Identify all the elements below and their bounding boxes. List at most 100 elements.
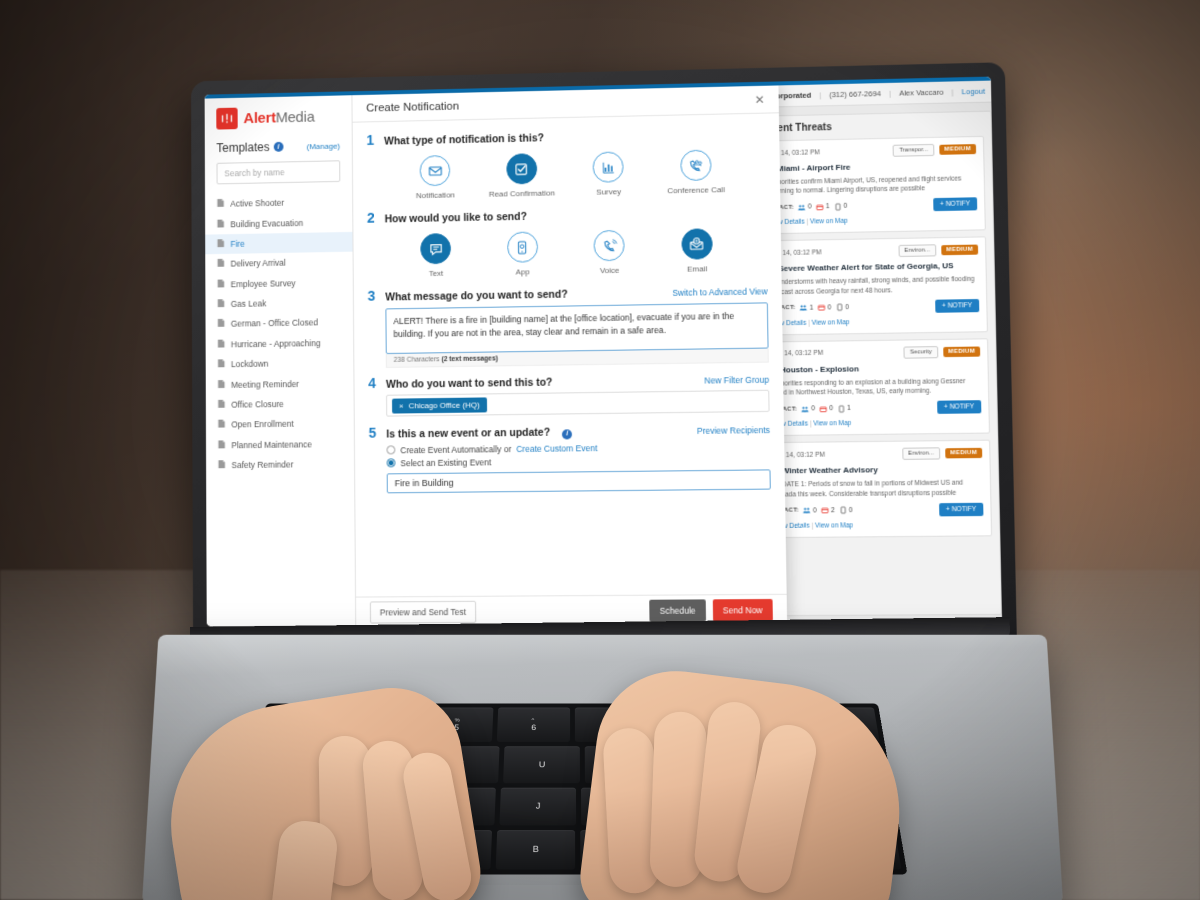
delivery-option-label: Text	[428, 268, 444, 279]
document-icon	[217, 278, 225, 290]
document-icon	[217, 359, 225, 371]
sidebar-item-delivery-arrival[interactable]: Delivery Arrival	[205, 252, 352, 275]
impact-buildings: 1	[837, 405, 851, 413]
sidebar-item-label: Office Closure	[231, 398, 284, 410]
threat-links: View Details | View on Map	[770, 317, 979, 327]
key-u[interactable]: U	[503, 746, 581, 783]
sidebar-item-label: Safety Reminder	[231, 459, 294, 471]
impact-buildings: 0	[833, 203, 847, 211]
message-textarea[interactable]: ALERT! There is a fire in [building name…	[385, 302, 769, 355]
delivery-option-label: App	[515, 267, 530, 277]
conference-call-icon	[679, 149, 712, 182]
type-option-notification[interactable]: Notification	[399, 155, 472, 201]
preview-recipients-link[interactable]: Preview Recipients	[697, 425, 770, 436]
delivery-option-text[interactable]: Text	[399, 233, 472, 279]
manage-templates-link[interactable]: (Manage)	[307, 141, 340, 151]
view-on-map-link[interactable]: View on Map	[810, 218, 848, 226]
existing-event-select[interactable]: Fire in Building	[386, 468, 771, 493]
recipient-chip[interactable]: × Chicago Office (HQ)	[392, 396, 487, 414]
sidebar-item-german-office-closed[interactable]: German - Office Closed	[205, 312, 353, 334]
sidebar-item-building-evacuation[interactable]: Building Evacuation	[205, 212, 352, 235]
key-j[interactable]: J	[499, 787, 576, 826]
threat-links: View Details | View on Map	[769, 216, 978, 226]
step-5-header: 5 Is this a new event or an update? i Pr…	[369, 420, 770, 441]
notify-label: NOTIFY	[945, 200, 971, 209]
sidebar-item-lockdown[interactable]: Lockdown	[206, 353, 354, 375]
impact-people: 0	[798, 203, 812, 211]
sidebar-item-planned-maintenance[interactable]: Planned Maintenance	[206, 433, 354, 455]
notify-button[interactable]: + NOTIFY	[932, 197, 978, 212]
impact-buildings: 0	[839, 506, 853, 514]
threat-card[interactable]: Sep 14, 03:12 PM Environ... MEDIUM Winte…	[764, 439, 993, 538]
assets-icon	[819, 405, 827, 413]
radio-button[interactable]	[386, 445, 396, 455]
sidebar-item-label: Open Enrollment	[231, 419, 294, 430]
threat-impact-row: IMPACT: 1 0 0 + NOTIFY	[770, 298, 980, 315]
radio-button[interactable]	[386, 458, 396, 468]
buildings-icon	[833, 203, 841, 211]
threat-card[interactable]: Sep 14, 03:12 PM Environ... MEDIUM Sever…	[760, 236, 988, 336]
type-option-read-confirmation[interactable]: Read Confirmation	[485, 153, 559, 199]
mobile-app-icon	[506, 231, 538, 263]
radio-select-existing[interactable]: Select an Existing Event	[386, 454, 771, 468]
threat-description: UPDATE 1: Periods of snow to fall in por…	[772, 479, 964, 499]
threat-card[interactable]: Sep 14, 03:12 PM Transpor... MEDIUM Miam…	[759, 135, 986, 235]
type-option-label: Read Confirmation	[488, 188, 555, 199]
schedule-button[interactable]: Schedule	[649, 598, 706, 622]
new-filter-group-link[interactable]: New Filter Group	[704, 375, 769, 386]
threat-description: Authorities responding to an explosion a…	[771, 377, 966, 397]
buildings-icon	[835, 304, 843, 312]
logout-link[interactable]: Logout	[962, 87, 986, 97]
sidebar-item-safety-reminder[interactable]: Safety Reminder	[206, 454, 354, 476]
threat-card[interactable]: Sep 14, 03:12 PM Security MEDIUM Houston…	[762, 338, 990, 437]
delivery-option-label: Email	[687, 264, 708, 274]
threat-description: Thunderstorms with heavy rainfall, stron…	[769, 276, 975, 296]
type-option-survey[interactable]: Survey	[571, 151, 645, 197]
notify-button[interactable]: + NOTIFY	[938, 502, 984, 517]
close-icon[interactable]: ✕	[754, 92, 764, 106]
sidebar-item-label: Fire	[230, 238, 245, 249]
templates-list: Active Shooter Building Evacuation Fire	[205, 192, 354, 476]
impact-buildings-count: 1	[847, 405, 851, 413]
sidebar-item-label: Active Shooter	[230, 197, 285, 209]
delivery-option-email[interactable]: Email	[660, 228, 735, 274]
laptop: Globex Incorporated | (312) 667-2694 | A…	[0, 0, 1200, 900]
view-on-map-link[interactable]: View on Map	[812, 319, 850, 327]
email-at-icon	[681, 228, 713, 260]
sidebar-item-label: Hurricane - Approaching	[230, 337, 321, 350]
create-custom-event-link[interactable]: Create Custom Event	[516, 443, 597, 454]
sidebar-item-label: Building Evacuation	[230, 217, 304, 229]
assets-icon	[816, 203, 824, 211]
sidebar-item-meeting-reminder[interactable]: Meeting Reminder	[206, 373, 354, 395]
info-icon[interactable]: i	[562, 428, 573, 439]
recipients-field[interactable]: × Chicago Office (HQ)	[386, 389, 770, 417]
key-6[interactable]: ^ 6	[497, 707, 570, 743]
notify-button[interactable]: + NOTIFY	[936, 400, 982, 415]
delivery-option-app[interactable]: App	[486, 231, 560, 277]
preview-send-test-button[interactable]: Preview and Send Test	[369, 600, 477, 624]
threat-links: View Details | View on Map	[773, 521, 983, 530]
info-icon[interactable]: i	[273, 141, 284, 152]
view-on-map-link[interactable]: View on Map	[815, 522, 853, 529]
type-option-conference-call[interactable]: Conference Call	[658, 149, 733, 195]
sidebar-item-fire[interactable]: Fire	[205, 231, 353, 255]
sidebar-item-hurricane-approaching[interactable]: Hurricane - Approaching	[206, 332, 354, 354]
view-on-map-link[interactable]: View on Map	[813, 420, 851, 428]
sidebar-item-open-enrollment[interactable]: Open Enrollment	[206, 413, 354, 435]
radio-create-automatically[interactable]: Create Event Automatically or Create Cus…	[386, 441, 770, 455]
key-b[interactable]: B	[495, 829, 575, 870]
document-icon	[218, 459, 226, 471]
chip-remove-icon[interactable]: ×	[399, 401, 404, 410]
sidebar-item-office-closure[interactable]: Office Closure	[206, 393, 354, 415]
search-input[interactable]: Search by name	[216, 160, 341, 185]
sidebar-item-active-shooter[interactable]: Active Shooter	[205, 192, 352, 215]
threat-category-chip: Security	[903, 345, 939, 359]
type-option-label: Notification	[415, 190, 455, 201]
switch-advanced-view-link[interactable]: Switch to Advanced View	[672, 286, 767, 298]
radio-label: Create Event Automatically or	[400, 443, 512, 455]
notify-button[interactable]: + NOTIFY	[934, 298, 980, 313]
send-now-button[interactable]: Send Now	[712, 598, 773, 622]
sidebar-item-employee-survey[interactable]: Employee Survey	[205, 272, 353, 295]
sidebar-item-gas-leak[interactable]: Gas Leak	[205, 292, 353, 314]
delivery-option-voice[interactable]: Voice	[572, 229, 646, 275]
